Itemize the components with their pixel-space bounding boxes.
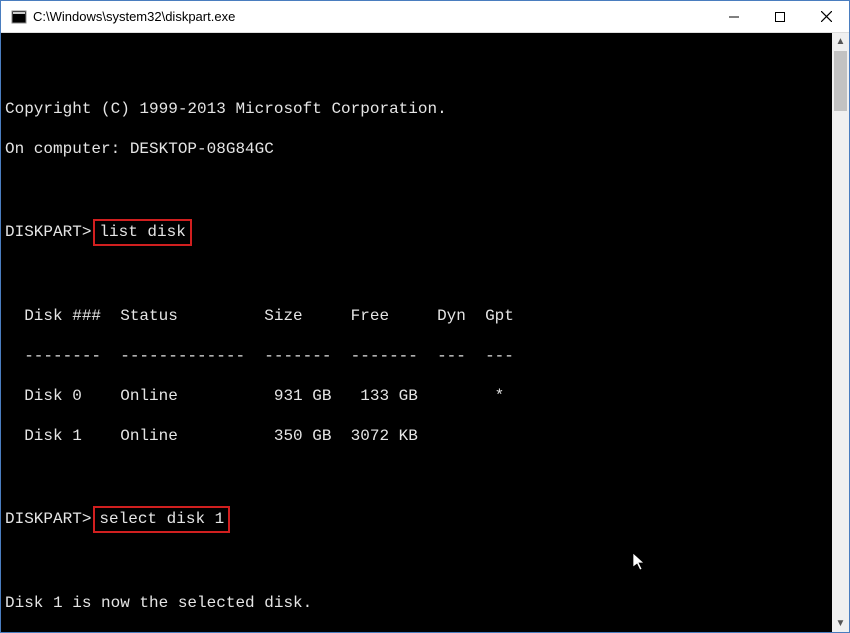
disk-header: Disk ### Status Size Free Dyn Gpt (5, 306, 828, 326)
app-icon (11, 9, 27, 25)
cmd-highlight: list disk (93, 219, 191, 246)
prompt-line: DISKPART>list disk (5, 219, 828, 246)
cmd-highlight: select disk 1 (93, 506, 230, 533)
console-line (5, 266, 828, 286)
computer-line: On computer: DESKTOP-08G84GC (5, 139, 828, 159)
copyright-line: Copyright (C) 1999-2013 Microsoft Corpor… (5, 99, 828, 119)
disk-rule: -------- ------------- ------- ------- -… (5, 346, 828, 366)
content-row: Copyright (C) 1999-2013 Microsoft Corpor… (1, 33, 849, 632)
prompt: DISKPART> (5, 223, 91, 241)
scroll-up-icon[interactable]: ▲ (832, 33, 849, 50)
console-line (5, 179, 828, 199)
console-line (5, 553, 828, 573)
console-line (5, 466, 828, 486)
msg-line: Disk 1 is now the selected disk. (5, 593, 828, 613)
disk-row: Disk 0 Online 931 GB 133 GB * (5, 386, 828, 406)
window-title: C:\Windows\system32\diskpart.exe (33, 9, 235, 24)
prompt-line: DISKPART>select disk 1 (5, 506, 828, 533)
scroll-thumb[interactable] (834, 51, 847, 111)
titlebar[interactable]: C:\Windows\system32\diskpart.exe (1, 1, 849, 33)
console-area[interactable]: Copyright (C) 1999-2013 Microsoft Corpor… (1, 33, 832, 632)
close-button[interactable] (803, 1, 849, 33)
scroll-down-icon[interactable]: ▼ (832, 615, 849, 632)
prompt: DISKPART> (5, 510, 91, 528)
vertical-scrollbar[interactable]: ▲ ▼ (832, 33, 849, 632)
console-line (5, 59, 828, 79)
minimize-button[interactable] (711, 1, 757, 33)
maximize-button[interactable] (757, 1, 803, 33)
window-frame: C:\Windows\system32\diskpart.exe Copyrig… (0, 0, 850, 633)
disk-row: Disk 1 Online 350 GB 3072 KB (5, 426, 828, 446)
